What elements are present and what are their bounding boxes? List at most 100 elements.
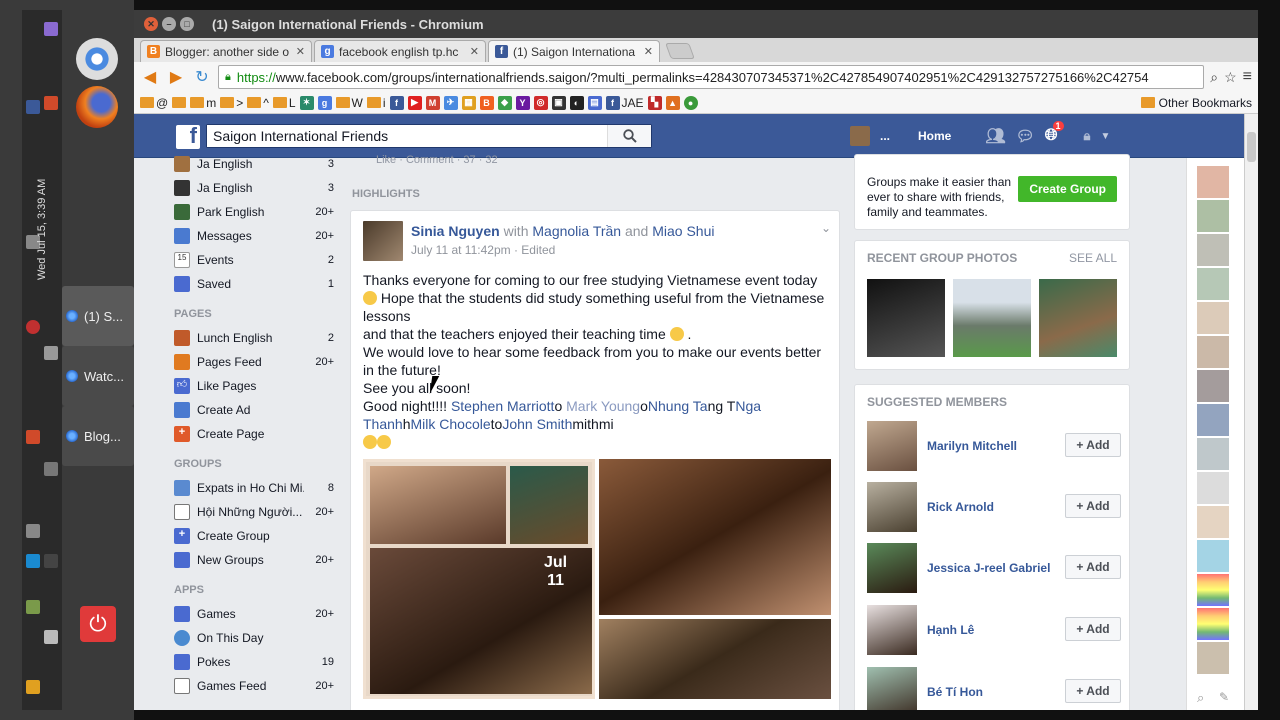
tab-google-search[interactable]: g facebook english tp.hc ✕ xyxy=(314,40,486,62)
tab-facebook[interactable]: f (1) Saigon Internationa ✕ xyxy=(488,40,660,62)
member-name[interactable]: Jessica J-reel Gabriel xyxy=(927,561,1050,575)
bookmark-icon[interactable]: ◆ xyxy=(497,95,512,110)
other-bookmarks[interactable]: Other Bookmarks xyxy=(1140,96,1252,110)
like-comment-bar[interactable]: Like · Comment · 37 · 32 xyxy=(376,154,498,166)
add-member-button[interactable]: + Add xyxy=(1065,679,1121,703)
tab-blogger[interactable]: B Blogger: another side o ✕ xyxy=(140,40,312,62)
new-tab-button[interactable] xyxy=(665,43,695,59)
nav-item-ja-english-2[interactable]: Ja English 3 xyxy=(174,176,334,200)
star-icon[interactable]: ☆ xyxy=(1224,69,1237,86)
avatar[interactable] xyxy=(1197,574,1229,606)
notifications-icon[interactable]: 🌐︎ 1 xyxy=(1045,121,1064,145)
home-link[interactable]: Home xyxy=(918,129,951,143)
mention-link[interactable]: Milk Chocole xyxy=(411,416,491,432)
launcher-app-watch[interactable]: Watc... xyxy=(62,346,134,406)
group-photo[interactable] xyxy=(953,279,1031,357)
firefox-icon[interactable] xyxy=(76,86,118,128)
bookmark-icon[interactable]: ▲ xyxy=(665,95,680,110)
member-name[interactable]: Bé Tí Hon xyxy=(927,685,983,699)
facebook-logo-icon[interactable]: f xyxy=(176,123,200,149)
avatar[interactable] xyxy=(363,221,403,261)
create-group-button[interactable]: Create Group xyxy=(1018,176,1117,202)
bookmark-jae[interactable]: f JAE xyxy=(605,95,644,110)
page-scrollbar[interactable] xyxy=(1244,114,1258,710)
nav-item-pokes[interactable]: Pokes 19 xyxy=(174,650,334,674)
avatar[interactable] xyxy=(867,482,917,532)
bookmark-folder[interactable]: ^ xyxy=(247,96,269,110)
nav-item-on-this-day[interactable]: On This Day xyxy=(174,626,334,650)
avatar[interactable] xyxy=(867,667,917,710)
launcher-app-icon[interactable] xyxy=(26,680,40,694)
bookmark-icon[interactable]: ▤ xyxy=(587,95,602,110)
chrome-icon[interactable]: ● xyxy=(683,95,698,110)
close-tab-icon[interactable]: ✕ xyxy=(470,45,479,58)
avatar[interactable] xyxy=(1197,336,1229,368)
friend-requests-icon[interactable]: 👥︎ xyxy=(985,126,1005,146)
bookmark-folder[interactable]: L xyxy=(272,96,296,110)
post-photo[interactable] xyxy=(599,619,831,699)
menu-icon[interactable]: ≡ xyxy=(1243,68,1252,86)
launcher-app-icon[interactable] xyxy=(26,600,40,614)
avatar[interactable] xyxy=(1197,540,1229,572)
bookmark-icon[interactable]: ◎ xyxy=(533,95,548,110)
reload-icon[interactable]: ↻ xyxy=(192,67,212,87)
launcher-app-icon[interactable] xyxy=(44,96,58,110)
chevron-down-icon[interactable]: ⌄ xyxy=(821,221,831,235)
bookmark-folder[interactable]: m xyxy=(190,96,216,110)
address-bar[interactable]: 🔒︎ https://www.facebook.com/groups/inter… xyxy=(218,65,1205,89)
bookmark-folder[interactable]: i xyxy=(366,96,386,110)
post-timestamp[interactable]: July 11 at 11:42pm · Edited xyxy=(411,243,555,257)
profile-name[interactable]: ... xyxy=(880,129,890,143)
bookmark-folder[interactable]: > xyxy=(220,96,243,110)
nav-item-ja-english[interactable]: Ja English 3 xyxy=(174,152,334,176)
member-name[interactable]: Hạnh Lê xyxy=(927,623,974,637)
group-photo[interactable] xyxy=(867,279,945,357)
nav-item-messages[interactable]: Messages 20+ xyxy=(174,224,334,248)
nav-item-new-groups[interactable]: New Groups 20+ xyxy=(174,548,334,572)
bookmark-folder[interactable]: W xyxy=(335,96,363,110)
post-photo[interactable]: Jul 11 xyxy=(363,459,595,699)
close-tab-icon[interactable]: ✕ xyxy=(296,45,305,58)
bookmark-icon[interactable]: ✈ xyxy=(443,95,458,110)
google-icon[interactable]: g xyxy=(317,95,332,110)
nav-item-hoi-nhung-nguoi[interactable]: Hội Những Người... 20+ xyxy=(174,500,334,524)
scrollbar-thumb[interactable] xyxy=(1247,132,1256,162)
nav-item-park-english[interactable]: Park English 20+ xyxy=(174,200,334,224)
nav-item-create-group[interactable]: + Create Group xyxy=(174,524,334,548)
skype-icon[interactable] xyxy=(26,554,40,568)
nav-item-lunch-english[interactable]: Lunch English 2 xyxy=(174,326,334,350)
bookmark-icon[interactable]: ▦ xyxy=(461,95,476,110)
power-icon[interactable]: ⏻ xyxy=(80,606,116,642)
avatar[interactable] xyxy=(1197,234,1229,266)
mention-link[interactable]: John Smith xyxy=(502,416,572,432)
close-window-button[interactable]: ✕ xyxy=(144,17,158,31)
post-author[interactable]: Sinia Nguyen xyxy=(411,223,500,239)
bookmark-icon[interactable]: ▣ xyxy=(551,95,566,110)
back-icon[interactable]: ◀ xyxy=(140,67,160,87)
facebook-icon[interactable]: f xyxy=(389,95,404,110)
launcher-app-icon[interactable] xyxy=(26,524,40,538)
nav-item-games-feed[interactable]: Games Feed 20+ xyxy=(174,674,334,698)
youtube-icon[interactable]: ▶ xyxy=(407,95,422,110)
maximize-window-button[interactable]: □ xyxy=(180,17,194,31)
search-icon[interactable]: ⌕ xyxy=(1197,690,1204,706)
tagged-user[interactable]: Magnolia Trần xyxy=(532,223,621,239)
tagged-user[interactable]: Miao Shui xyxy=(652,223,714,239)
launcher-app-icon[interactable] xyxy=(44,346,58,360)
bookmark-folder[interactable] xyxy=(172,97,187,108)
search-input[interactable] xyxy=(207,125,607,147)
nav-item-like-pages[interactable]: 👍︎ Like Pages xyxy=(174,374,334,398)
nav-item-create-ad[interactable]: Create Ad xyxy=(174,398,334,422)
nav-item-saved[interactable]: Saved 1 xyxy=(174,272,334,296)
avatar[interactable] xyxy=(1197,472,1229,504)
close-tab-icon[interactable]: ✕ xyxy=(644,45,653,58)
avatar[interactable] xyxy=(1197,608,1229,640)
avatar[interactable] xyxy=(867,605,917,655)
bookmark-folder[interactable]: @ xyxy=(140,96,168,110)
avatar[interactable] xyxy=(1197,268,1229,300)
gmail-icon[interactable]: M xyxy=(425,95,440,110)
add-member-button[interactable]: + Add xyxy=(1065,617,1121,641)
avatar[interactable] xyxy=(867,421,917,471)
nav-item-games[interactable]: Games 20+ xyxy=(174,602,334,626)
avatar[interactable] xyxy=(1197,506,1229,538)
